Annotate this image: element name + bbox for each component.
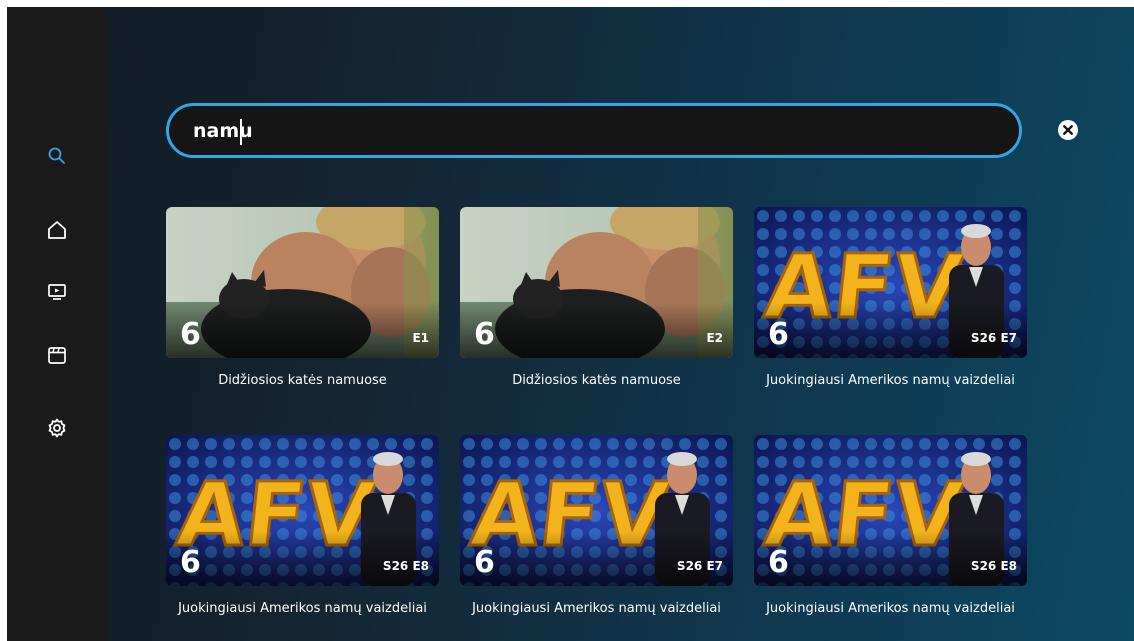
result-thumbnail: 6 E1: [166, 207, 439, 358]
sidebar-item-movies[interactable]: [45, 343, 69, 367]
channel-logo: 6: [180, 317, 201, 352]
result-thumbnail: AFV 6 S26 E7: [460, 435, 733, 586]
tv-icon: [48, 284, 66, 300]
close-circle-icon: [1058, 120, 1078, 140]
clear-search-button[interactable]: [1057, 119, 1079, 141]
channel-logo: 6: [768, 317, 789, 352]
sidebar-item-settings[interactable]: [45, 416, 69, 440]
thumbnail-gradient: [166, 303, 439, 358]
episode-badge: S26 E8: [970, 559, 1017, 573]
episode-badge: S26 E7: [676, 559, 723, 573]
channel-logo: 6: [474, 317, 495, 352]
result-title: Juokingiausi Amerikos namų vaizdeliai: [766, 373, 1015, 388]
result-card[interactable]: AFV 6 S26 E8 Juokingiausi Amerikos namų va…: [166, 435, 439, 619]
result-card[interactable]: AFV 6 S26 E8 Juokingiausi Amerikos namų va…: [754, 435, 1027, 619]
channel-logo: 6: [768, 545, 789, 580]
result-thumbnail: AFV 6 S26 E8: [166, 435, 439, 586]
text-caret: [240, 119, 242, 145]
episode-badge: S26 E8: [382, 559, 429, 573]
sidebar-item-home[interactable]: [45, 218, 69, 242]
sidebar-item-search[interactable]: [45, 144, 69, 168]
search-input[interactable]: [193, 116, 973, 146]
result-thumbnail: AFV 6 S26 E8: [754, 435, 1027, 586]
sidebar-item-tv[interactable]: [45, 280, 69, 304]
result-card[interactable]: 6 E1 Didžiosios katės namuose: [166, 207, 439, 391]
clapperboard-icon: [48, 347, 66, 364]
result-title: Didžiosios katės namuose: [218, 373, 387, 388]
result-card[interactable]: AFV 6 S26 E7 Juokingiausi Amerikos namų va…: [460, 435, 733, 619]
episode-badge: E2: [706, 331, 723, 345]
home-icon: [48, 221, 66, 239]
result-title: Juokingiausi Amerikos namų vaizdeliai: [472, 601, 721, 616]
search-box[interactable]: [166, 103, 1022, 158]
search-icon: [48, 147, 65, 164]
gear-icon: [48, 418, 66, 438]
result-card[interactable]: 6 E2 Didžiosios katės namuose: [460, 207, 733, 391]
result-thumbnail: 6 E2: [460, 207, 733, 358]
result-thumbnail: AFV 6 S26 E7: [754, 207, 1027, 358]
result-card[interactable]: AFV 6 S26 E7 Juokingiausi Amerikos namų va…: [754, 207, 1027, 391]
sidebar: [7, 7, 108, 641]
result-title: Juokingiausi Amerikos namų vaizdeliai: [178, 601, 427, 616]
episode-badge: S26 E7: [970, 331, 1017, 345]
app-window: 6 E1 Didžiosios katės namuose 6 E2 Didžiosio…: [7, 7, 1134, 641]
channel-logo: 6: [180, 545, 201, 580]
channel-logo: 6: [474, 545, 495, 580]
result-title: Juokingiausi Amerikos namų vaizdeliai: [766, 601, 1015, 616]
result-title: Didžiosios katės namuose: [512, 373, 681, 388]
episode-badge: E1: [412, 331, 429, 345]
thumbnail-gradient: [460, 303, 733, 358]
